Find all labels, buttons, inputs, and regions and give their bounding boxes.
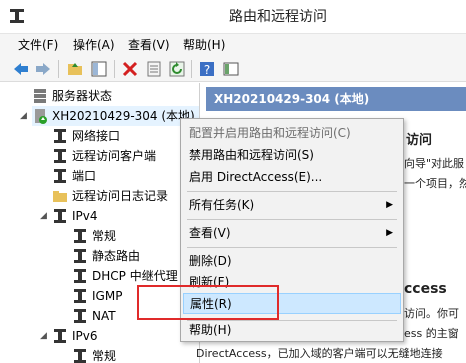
navigation-tree: 服务器状态 ◢ XH20210429-304 (本地) 网络接口 远程访问客户端… xyxy=(0,83,200,363)
menu-item-help[interactable]: 帮助(H) xyxy=(183,320,401,341)
details-text: 访问。你可 xyxy=(404,307,459,320)
menu-item-enable-directaccess[interactable]: 启用 DirectAccess(E)... xyxy=(183,167,401,188)
routing-icon xyxy=(54,149,66,163)
expand-arrow-icon[interactable]: ◢ xyxy=(40,206,50,226)
details-text: 向导"对此服 xyxy=(404,157,465,170)
tree-item-label: IPv6 xyxy=(72,329,98,343)
menu-separator xyxy=(187,247,397,248)
menu-item-disable[interactable]: 禁用路由和远程访问(S) xyxy=(183,145,401,166)
tree-item-label: DHCP 中继代理 xyxy=(92,269,178,283)
tree-item-label: 远程访问客户端 xyxy=(72,149,157,163)
window-title: 路由和远程访问 xyxy=(229,9,327,25)
submenu-arrow-icon: ▶ xyxy=(386,200,393,210)
menu-item-label: 所有任务(K) xyxy=(189,198,255,212)
details-text: ess 的主窗 xyxy=(404,327,459,340)
menu-item-all-tasks[interactable]: 所有任务(K) ▶ xyxy=(183,195,401,216)
title-bar: 路由和远程访问 xyxy=(0,0,466,34)
expand-arrow-icon[interactable]: ◢ xyxy=(40,326,50,346)
up-folder-icon[interactable] xyxy=(66,60,84,78)
routing-icon xyxy=(54,329,66,343)
highlight-annotation-box xyxy=(137,285,279,320)
details-text: 一个项目，然 xyxy=(404,177,466,190)
tree-item-label: 远程访问日志记录 xyxy=(72,189,169,203)
details-heading-fragment: 访问 xyxy=(406,133,433,148)
menu-file[interactable]: 文件(F) xyxy=(18,34,58,56)
menu-separator xyxy=(187,191,397,192)
details-text: DirectAccess，已加入域的客户端可以无缝地连接 xyxy=(196,347,443,360)
menu-bar: 文件(F) 操作(A) 查看(V) 帮助(H) xyxy=(0,34,466,56)
details-header: XH20210429-304 (本地) xyxy=(206,87,466,111)
tree-item-label: NAT xyxy=(92,309,116,323)
server-up-icon xyxy=(35,109,47,124)
server-stack-icon xyxy=(34,89,46,103)
routing-icon xyxy=(74,269,86,283)
menu-item-configure[interactable]: 配置并启用路由和远程访问(C) xyxy=(183,123,401,144)
tree-item-label: IPv4 xyxy=(72,209,98,223)
routing-icon xyxy=(54,169,66,183)
tree-item-label: 端口 xyxy=(72,169,97,183)
toolbar-separator xyxy=(58,60,59,78)
tree-item-server[interactable]: XH20210429-304 (本地) xyxy=(32,106,199,126)
tree-item-label: IGMP xyxy=(92,289,123,303)
menu-action[interactable]: 操作(A) xyxy=(73,34,115,56)
details-heading: ccess xyxy=(404,281,447,297)
tree-item-label: 常规 xyxy=(92,349,117,363)
delete-icon[interactable] xyxy=(121,60,139,78)
routing-icon xyxy=(74,289,86,303)
toolbar-separator xyxy=(191,60,192,78)
menu-separator xyxy=(187,219,397,220)
routing-icon xyxy=(74,229,86,243)
toolbar-separator xyxy=(114,60,115,78)
properties-icon[interactable] xyxy=(145,60,163,78)
help-icon[interactable]: ? xyxy=(198,60,216,78)
menu-item-label: 查看(V) xyxy=(189,226,231,240)
refresh-icon[interactable] xyxy=(168,60,186,78)
folder-icon xyxy=(53,191,67,202)
routing-icon xyxy=(74,309,86,323)
svg-text:?: ? xyxy=(204,63,210,77)
toolbar: ? xyxy=(0,56,466,82)
menu-item-delete[interactable]: 删除(D) xyxy=(183,251,401,272)
routing-icon xyxy=(74,249,86,263)
submenu-arrow-icon: ▶ xyxy=(386,228,393,238)
tree-item-label: 静态路由 xyxy=(92,249,141,263)
show-tree-icon[interactable] xyxy=(90,60,108,78)
menu-view[interactable]: 查看(V) xyxy=(128,34,170,56)
tree-item-label: 服务器状态 xyxy=(52,89,113,103)
back-icon[interactable] xyxy=(12,60,30,78)
expand-arrow-icon[interactable]: ◢ xyxy=(20,106,30,126)
routing-icon xyxy=(74,349,86,363)
tree-item-label: XH20210429-304 (本地) xyxy=(52,109,195,123)
forward-icon[interactable] xyxy=(34,60,52,78)
console-icon[interactable] xyxy=(222,60,240,78)
menu-help[interactable]: 帮助(H) xyxy=(183,34,225,56)
routing-icon xyxy=(54,209,66,223)
tree-item-label: 常规 xyxy=(92,229,117,243)
menu-item-view[interactable]: 查看(V) ▶ xyxy=(183,223,401,244)
routing-icon xyxy=(54,129,66,143)
tree-item-label: 网络接口 xyxy=(72,129,121,143)
